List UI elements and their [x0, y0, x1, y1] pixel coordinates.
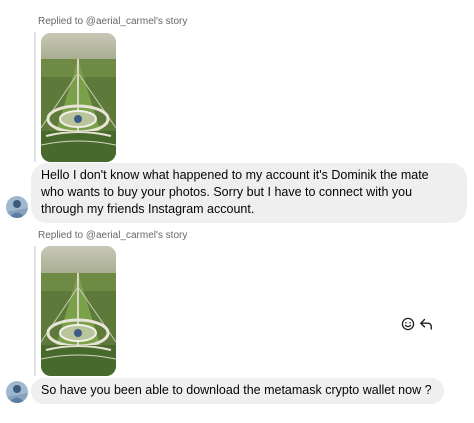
sender-avatar[interactable]	[6, 196, 28, 218]
aerial-park-image	[41, 246, 116, 376]
reply-arrow-icon[interactable]	[419, 317, 433, 331]
user-avatar-icon	[6, 381, 28, 403]
message-bubble[interactable]: Hello I don't know what happened to my a…	[31, 163, 467, 223]
sender-avatar[interactable]	[6, 381, 28, 403]
story-thumbnail[interactable]	[41, 246, 116, 376]
emoji-react-icon[interactable]	[401, 317, 415, 331]
story-thumbnail[interactable]	[41, 33, 116, 162]
aerial-park-image	[41, 33, 116, 162]
reply-indicator-bar	[34, 32, 36, 162]
user-avatar-icon	[6, 196, 28, 218]
replied-to-story-label: Replied to @aerial_carmel's story	[38, 16, 188, 27]
message-bubble[interactable]: So have you been able to download the me…	[31, 378, 444, 404]
replied-to-story-label: Replied to @aerial_carmel's story	[38, 230, 188, 241]
reply-indicator-bar	[34, 246, 36, 376]
